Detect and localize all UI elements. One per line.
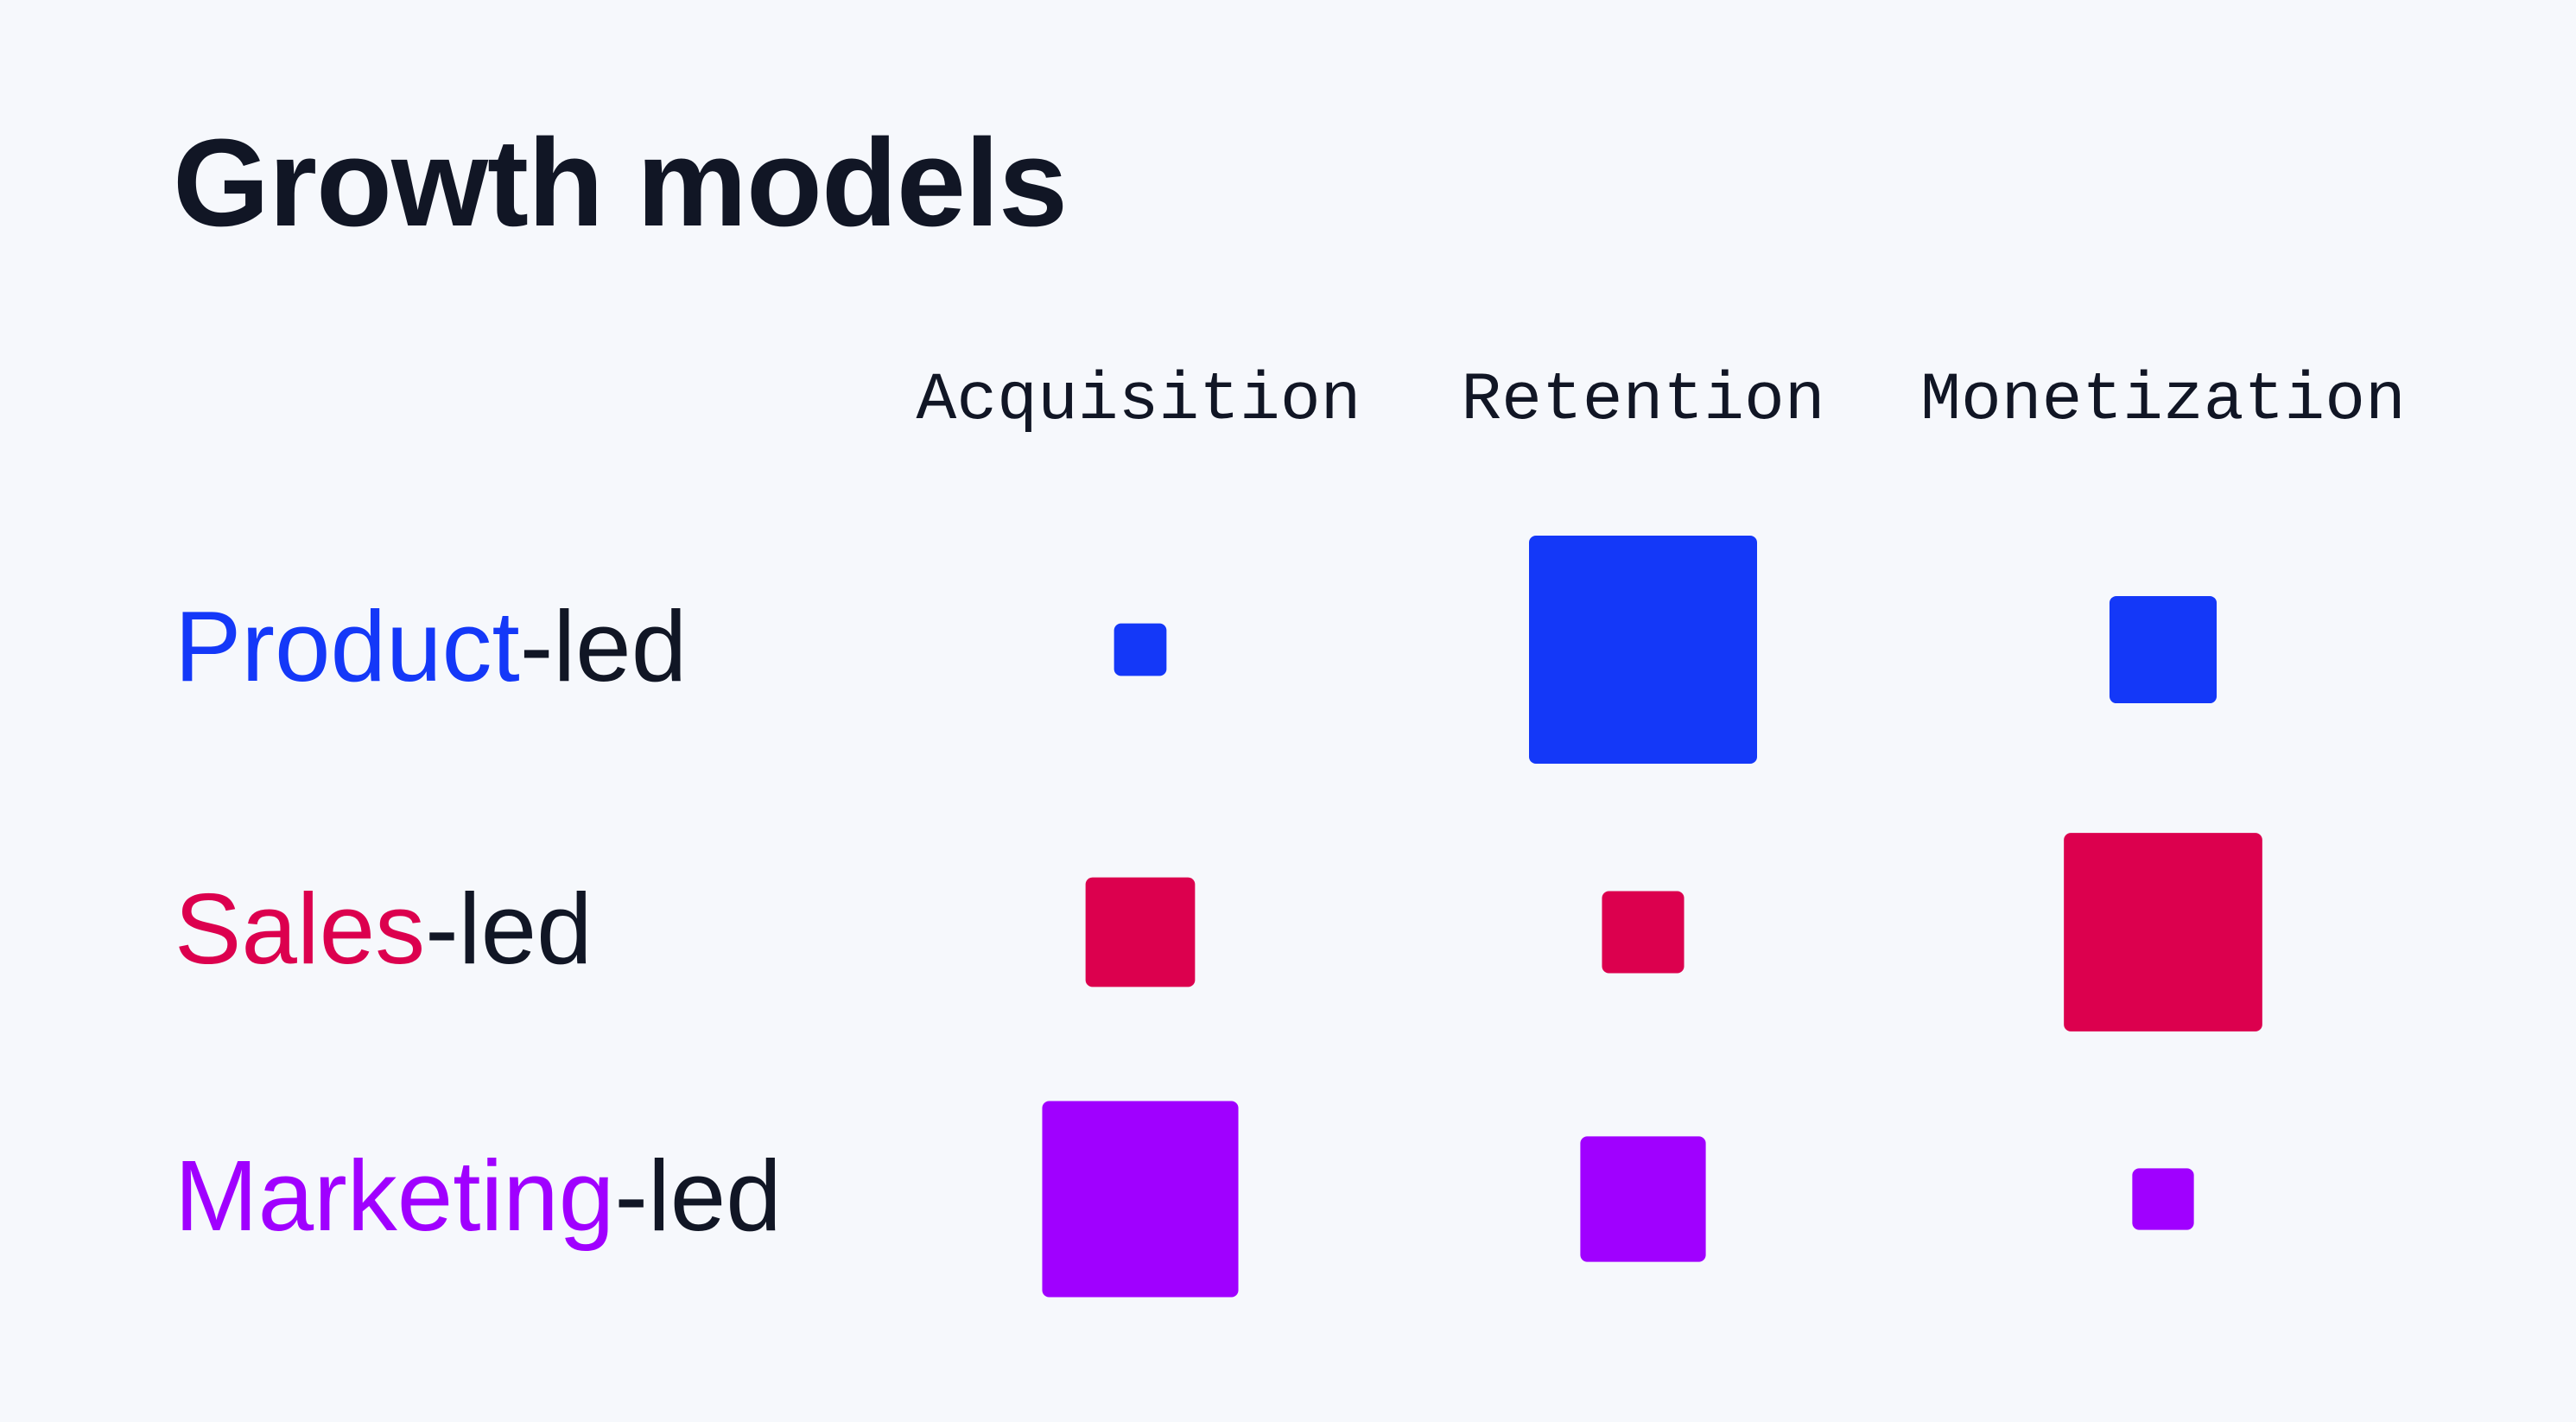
row-label-marketing-led: Marketing-led xyxy=(174,1146,782,1246)
column-header-retention: Retention xyxy=(1461,363,1825,439)
row-label-suffix: -led xyxy=(425,873,593,985)
row-label-suffix: -led xyxy=(519,590,688,702)
column-header-acquisition: Acquisition xyxy=(916,363,1361,439)
column-header-monetization: Monetization xyxy=(1920,363,2406,439)
square-sales-led-retention xyxy=(1602,891,1685,974)
square-marketing-led-monetization xyxy=(2132,1168,2194,1230)
row-label-sales-led: Sales-led xyxy=(174,879,593,979)
row-label-suffix: -led xyxy=(614,1140,782,1252)
row-label-prefix: Sales xyxy=(174,873,426,985)
square-product-led-retention xyxy=(1529,536,1757,764)
square-product-led-acquisition xyxy=(1114,623,1167,676)
row-label-product-led: Product-led xyxy=(174,596,687,696)
square-product-led-monetization xyxy=(2109,595,2218,704)
square-marketing-led-retention xyxy=(1580,1136,1706,1262)
square-marketing-led-acquisition xyxy=(1042,1101,1239,1298)
row-label-prefix: Marketing xyxy=(174,1140,615,1252)
square-sales-led-monetization xyxy=(2064,833,2262,1032)
chart-title: Growth models xyxy=(173,113,1068,252)
square-sales-led-acquisition xyxy=(1085,877,1196,987)
row-label-prefix: Product xyxy=(174,590,520,702)
